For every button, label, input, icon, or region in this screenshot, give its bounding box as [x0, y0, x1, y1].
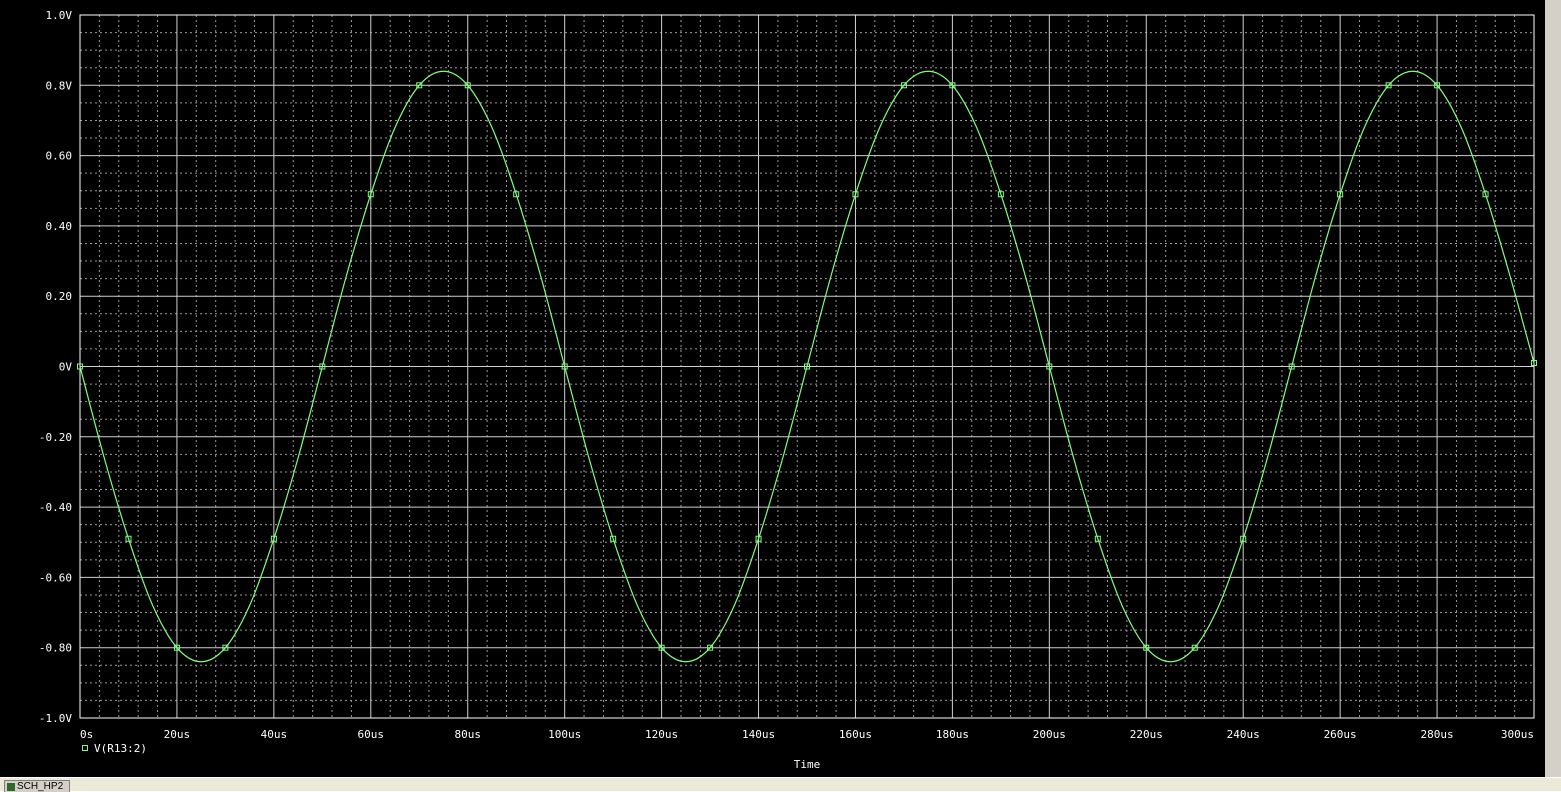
x-tick-label: 180us	[936, 728, 969, 741]
y-tick-label: 1.0V	[46, 9, 73, 22]
legend-label: V(R13:2)	[94, 742, 147, 755]
x-tick-label: 300us	[1501, 728, 1534, 741]
x-tick-label: 80us	[454, 728, 481, 741]
x-tick-label: 280us	[1421, 728, 1454, 741]
x-axis-ticks: 0s 20us 40us 60us 80us 100us 120us 140us 160us 18…	[80, 728, 1534, 741]
x-tick-label: 60us	[358, 728, 385, 741]
legend-marker	[82, 745, 88, 751]
y-tick-label: -0.80	[39, 642, 72, 655]
y-axis-ticks: 1.0V 0.8V 0.60 0.40 0.20 0V -0.20 -0.40 -0.60 -0.…	[39, 9, 72, 725]
x-tick-label: 40us	[261, 728, 288, 741]
x-tick-label: 160us	[839, 728, 872, 741]
x-tick-label: 220us	[1130, 728, 1163, 741]
waveform-chart: 1.0V 0.8V 0.60 0.40 0.20 0V -0.20 -0.40 -0.60 -0.…	[39, 9, 1537, 771]
y-tick-label: -0.20	[39, 431, 72, 444]
y-tick-label: -0.60	[39, 571, 72, 584]
window-right-edge	[1545, 0, 1561, 777]
plot-window: 1.0V 0.8V 0.60 0.40 0.20 0V -0.20 -0.40 -0.60 -0.…	[0, 0, 1561, 790]
y-tick-label: 0.8V	[46, 79, 73, 92]
y-tick-label: -1.0V	[39, 712, 72, 725]
x-tick-label: 200us	[1033, 728, 1066, 741]
y-tick-label: -0.40	[39, 501, 72, 514]
x-tick-label: 240us	[1227, 728, 1260, 741]
taskbar-tab-schematic[interactable]: SCH_HP2	[4, 780, 71, 792]
y-tick-label: 0.60	[46, 150, 73, 163]
taskbar: SCH_HP2	[0, 777, 1561, 792]
x-tick-label: 20us	[164, 728, 191, 741]
y-tick-label: 0.20	[46, 290, 73, 303]
x-tick-label: 0s	[80, 728, 93, 741]
x-tick-label: 140us	[742, 728, 775, 741]
x-tick-label: 260us	[1324, 728, 1357, 741]
x-tick-label: 100us	[548, 728, 581, 741]
y-tick-label: 0V	[59, 361, 73, 374]
taskbar-tab-label: SCH_HP2	[17, 781, 64, 792]
legend[interactable]: V(R13:2)	[82, 742, 147, 755]
x-axis-title: Time	[794, 758, 821, 771]
x-tick-label: 120us	[645, 728, 678, 741]
schematic-icon	[7, 782, 15, 791]
y-tick-label: 0.40	[46, 220, 73, 233]
